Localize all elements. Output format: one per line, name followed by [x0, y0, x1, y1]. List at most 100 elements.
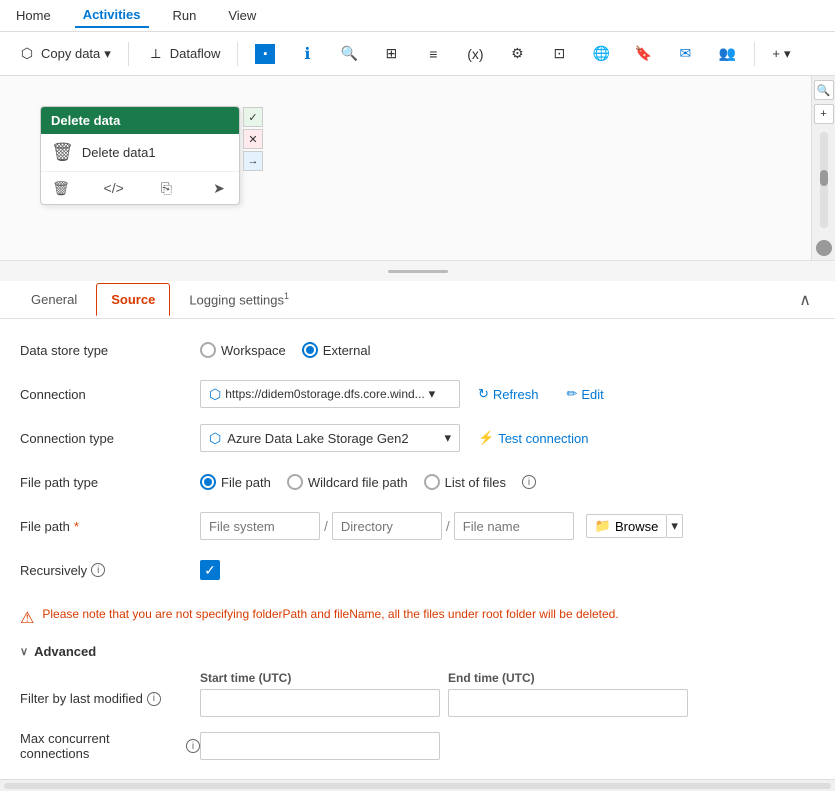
sync-icon: ⚙ [507, 44, 527, 64]
toolbar-separator-2 [237, 42, 238, 66]
file-path-required: * [74, 519, 79, 534]
copy-action[interactable]: ⎘ [154, 176, 178, 200]
connection-label: Connection [20, 387, 200, 402]
menu-home[interactable]: Home [8, 4, 59, 27]
connection-control: ⬡ https://didem0storage.dfs.core.wind...… [200, 380, 815, 408]
plus-chevron: ▾ [784, 46, 791, 62]
file-system-input[interactable] [200, 512, 320, 540]
side-x-btn[interactable]: ✕ [243, 129, 263, 149]
bottom-scrollbar[interactable] [0, 779, 835, 791]
card-header: Delete data [41, 107, 239, 134]
end-time-input[interactable] [448, 689, 688, 717]
list-files-radio[interactable]: List of files [424, 474, 506, 490]
copy-data-button[interactable]: ⬡ Copy data ▾ [8, 39, 120, 69]
file-path-control: / / 📁 Browse ▾ [200, 512, 815, 540]
filter-label: Filter by last modified i [20, 671, 200, 706]
recursively-checkbox[interactable]: ✓ [200, 560, 220, 580]
filter-control: Start time (UTC) End time (UTC) [200, 671, 815, 717]
directory-input[interactable] [332, 512, 442, 540]
edit-button[interactable]: ✏ Edit [556, 382, 613, 406]
connection-type-label: Connection type [20, 431, 200, 446]
tab-general[interactable]: General [16, 283, 92, 316]
collapse-bar[interactable] [0, 261, 835, 281]
search-icon: 🔍 [339, 44, 359, 64]
start-time-input[interactable] [200, 689, 440, 717]
trash-icon: 🗑 [51, 142, 74, 163]
toolbar-icon-btn-7[interactable]: ⚙ [498, 39, 536, 69]
menu-activities[interactable]: Activities [75, 3, 149, 28]
test-connection-icon: ⚡ [478, 430, 494, 446]
card-footer: 🗑 </> ⎘ ➤ [41, 172, 239, 204]
scroll-bar-track [4, 783, 831, 789]
tab-logging[interactable]: Logging settings1 [174, 282, 304, 316]
plus-button[interactable]: + ▾ [763, 41, 799, 67]
recursively-info[interactable]: i [91, 563, 105, 577]
connection-input[interactable]: ⬡ https://didem0storage.dfs.core.wind...… [200, 380, 460, 408]
activity-card[interactable]: Delete data 🗑 Delete data1 🗑 </> ⎘ ➤ ✓ ✕… [40, 106, 240, 205]
filter-row: Filter by last modified i Start time (UT… [20, 671, 815, 717]
code-action[interactable]: </> [102, 176, 126, 200]
connection-row: Connection ⬡ https://didem0storage.dfs.c… [20, 379, 815, 409]
panel-collapse-btn[interactable]: ∧ [791, 286, 819, 314]
wildcard-radio[interactable]: Wildcard file path [287, 474, 408, 490]
max-connections-input[interactable] [200, 732, 440, 760]
file-path-type-info[interactable]: i [522, 475, 536, 489]
toolbar-icon-btn-3[interactable]: 🔍 [330, 39, 368, 69]
toolbar-icon-btn-6[interactable]: (x) [456, 39, 494, 69]
filter-info[interactable]: i [147, 692, 161, 706]
max-connections-info[interactable]: i [186, 739, 200, 753]
connection-type-select[interactable]: ⬡ Azure Data Lake Storage Gen2 ▾ [200, 424, 460, 452]
menu-view[interactable]: View [220, 4, 264, 27]
grid-icon: ⊞ [381, 44, 401, 64]
data-store-type-row: Data store type Workspace External [20, 335, 815, 365]
zoom-in-btn[interactable]: + [814, 104, 834, 124]
copy-data-icon: ⬡ [17, 44, 37, 64]
toolbar-icon-btn-2[interactable]: ℹ [288, 39, 326, 69]
toolbar-icon-btn-5[interactable]: ≡ [414, 39, 452, 69]
toolbar-icon-btn-4[interactable]: ⊞ [372, 39, 410, 69]
toolbar-icon-btn-9[interactable]: 🌐 [582, 39, 620, 69]
toolbar-icon-btn-8[interactable]: ⊡ [540, 39, 578, 69]
path-sep-2: / [446, 518, 450, 534]
file-path-type-label: File path type [20, 475, 200, 490]
canvas-area: Delete data 🗑 Delete data1 🗑 </> ⎘ ➤ ✓ ✕… [0, 76, 835, 261]
file-path-inputs: / / 📁 Browse ▾ [200, 512, 683, 540]
toolbar-icon-btn-12[interactable]: 👥 [708, 39, 746, 69]
refresh-button[interactable]: ↻ Refresh [468, 382, 548, 406]
file-name-input[interactable] [454, 512, 574, 540]
teams-icon: 👥 [717, 44, 737, 64]
side-check-btn[interactable]: ✓ [243, 107, 263, 127]
dataflow-label: Dataflow [170, 46, 221, 61]
advanced-section-header[interactable]: ∨ Advanced [20, 644, 815, 659]
settings-panel: Data store type Workspace External Conne… [0, 319, 835, 779]
zoom-search-btn[interactable]: 🔍 [814, 80, 834, 100]
zoom-track [820, 132, 828, 228]
advanced-chevron: ∨ [20, 645, 28, 658]
zoom-thumb[interactable] [820, 170, 828, 186]
plus-label: + [772, 46, 780, 61]
delete-action[interactable]: 🗑 [49, 176, 73, 200]
external-radio[interactable]: External [302, 342, 371, 358]
workspace-radio-outer [200, 342, 216, 358]
browse-button[interactable]: 📁 Browse [586, 514, 668, 538]
toolbar: ⬡ Copy data ▾ ⟂ Dataflow ▪ ℹ 🔍 ⊞ ≡ (x) ⚙… [0, 32, 835, 76]
toolbar-icon-btn-10[interactable]: 🔖 [624, 39, 662, 69]
browse-dropdown[interactable]: ▾ [667, 514, 683, 538]
toolbar-icon-btn-11[interactable]: ✉ [666, 39, 704, 69]
warning-icon: ⚠ [20, 608, 34, 628]
max-connections-label: Max concurrent connections i [20, 731, 200, 761]
menu-run[interactable]: Run [165, 4, 205, 27]
external-radio-label: External [323, 343, 371, 358]
side-arrow-btn[interactable]: → [243, 151, 263, 171]
toolbar-icon-btn-1[interactable]: ▪ [246, 39, 284, 69]
test-connection-button[interactable]: ⚡ Test connection [468, 426, 599, 450]
dataflow-button[interactable]: ⟂ Dataflow [137, 39, 230, 69]
file-path-radio[interactable]: File path [200, 474, 271, 490]
arrow-action[interactable]: ➤ [207, 176, 231, 200]
toolbar-separator-1 [128, 42, 129, 66]
tab-source[interactable]: Source [96, 283, 170, 316]
workspace-radio[interactable]: Workspace [200, 342, 286, 358]
folder-icon: 📁 [595, 518, 611, 534]
file-path-row: File path * / / 📁 Browse ▾ [20, 511, 815, 541]
file-path-type-control: File path Wildcard file path List of fil… [200, 474, 815, 490]
